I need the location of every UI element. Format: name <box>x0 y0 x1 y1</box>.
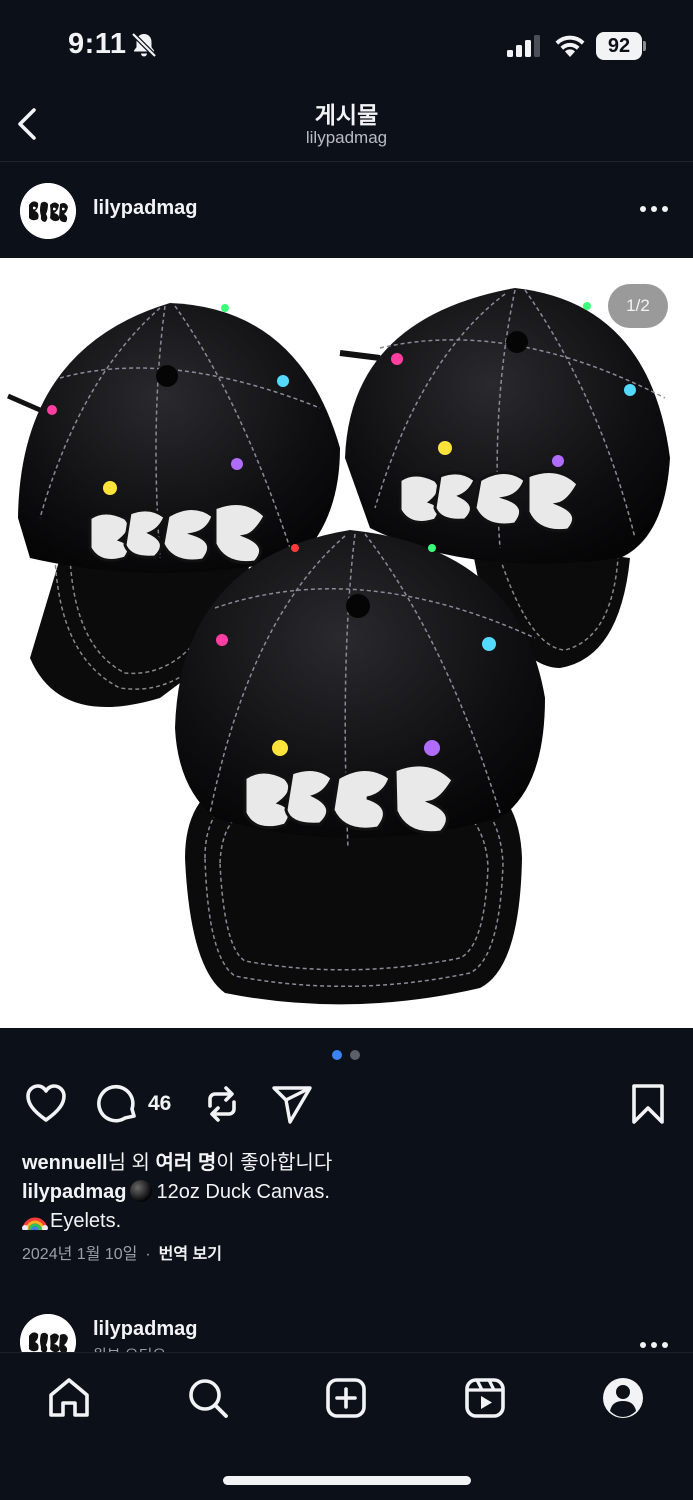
home-icon[interactable] <box>46 1375 92 1421</box>
bookmark-icon[interactable] <box>626 1082 670 1126</box>
status-time: 9:11 <box>68 28 127 60</box>
carousel-dot <box>350 1050 360 1060</box>
translate-link[interactable]: 번역 보기 <box>159 1246 222 1263</box>
create-icon[interactable] <box>323 1375 369 1421</box>
comment-icon[interactable] <box>96 1082 140 1126</box>
post-caption: lilypadmag 12oz Duck Canvas. Eyelets. <box>22 1178 672 1236</box>
next-post-subtitle[interactable]: 원본 오디오 <box>93 1344 166 1352</box>
caption-line-2: Eyelets. <box>50 1210 122 1232</box>
black-circle-emoji <box>130 1180 153 1202</box>
post-header: lilypadmag <box>0 163 693 258</box>
next-post-header: lilypadmag 원본 오디오 <box>0 1300 693 1352</box>
avatar[interactable] <box>20 183 76 239</box>
carousel-indicator <box>332 1050 362 1060</box>
rainbow-emoji <box>22 1217 48 1230</box>
meta-separator: · <box>145 1246 151 1263</box>
post-username[interactable]: lilypadmag <box>93 197 197 220</box>
carousel-dot-active <box>332 1050 342 1060</box>
battery-icon: 92 <box>596 32 646 60</box>
repost-icon[interactable] <box>200 1082 244 1126</box>
battery-tip <box>643 41 646 51</box>
battery-level: 92 <box>596 32 642 60</box>
likes-summary[interactable]: wennuell님 외 여러 명이 좋아합니다 <box>22 1146 332 1175</box>
next-post-username[interactable]: lilypadmag <box>93 1318 197 1341</box>
likes-others[interactable]: 여러 명 <box>156 1152 217 1174</box>
post-date: 2024년 1월 10일 <box>22 1246 138 1263</box>
search-icon[interactable] <box>185 1375 231 1421</box>
page-subtitle[interactable]: lilypadmag <box>0 128 693 148</box>
post-actions: 46 <box>0 1078 693 1130</box>
avatar-logo <box>20 183 76 239</box>
likes-suffix: 이 좋아합니다 <box>216 1152 333 1174</box>
page-title: 게시물 <box>314 102 379 128</box>
post-image[interactable]: 1/2 <box>0 258 693 1028</box>
more-options-icon[interactable] <box>638 199 670 219</box>
image-page-counter: 1/2 <box>608 284 668 328</box>
likes-mid: 님 외 <box>107 1152 156 1174</box>
signal-icon <box>507 35 540 57</box>
avatar-logo <box>20 1314 76 1352</box>
likes-user[interactable]: wennuell <box>22 1152 108 1174</box>
more-options-icon[interactable] <box>638 1338 670 1352</box>
reels-icon[interactable] <box>462 1375 508 1421</box>
status-bar: 9:11 92 <box>0 0 693 92</box>
comment-count[interactable]: 46 <box>148 1092 171 1116</box>
avatar[interactable] <box>20 1314 76 1352</box>
heart-icon[interactable] <box>24 1082 68 1126</box>
send-icon[interactable] <box>270 1082 314 1126</box>
caption-line-1: 12oz Duck Canvas. <box>156 1181 330 1203</box>
bell-slash-icon <box>131 32 157 58</box>
profile-icon[interactable] <box>600 1375 646 1421</box>
caps-photo <box>0 258 693 1028</box>
nav-header: 게시물 lilypadmag <box>0 92 693 162</box>
post-meta: 2024년 1월 10일 · 번역 보기 <box>22 1240 222 1264</box>
cap-front <box>175 530 545 1005</box>
wifi-icon <box>555 35 585 57</box>
caption-username[interactable]: lilypadmag <box>22 1181 126 1203</box>
home-indicator[interactable] <box>223 1476 471 1485</box>
